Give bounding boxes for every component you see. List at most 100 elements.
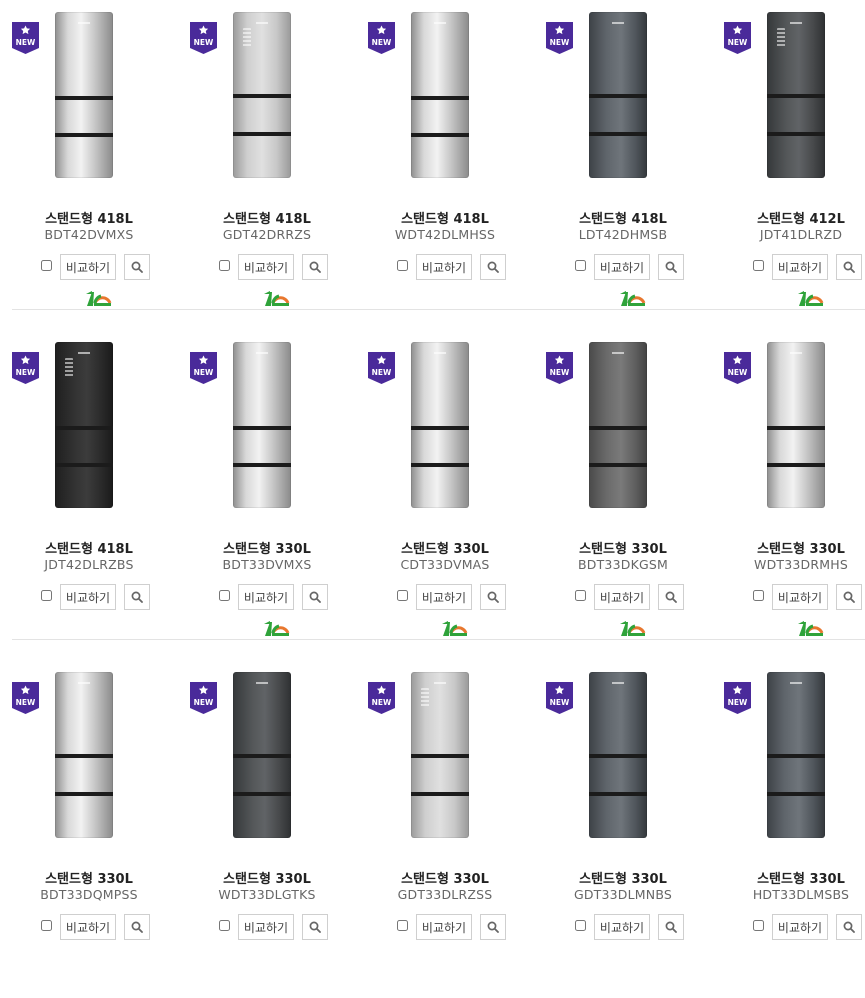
zoom-search-button[interactable] <box>658 914 684 940</box>
product-image[interactable] <box>589 12 647 178</box>
product-row: NEW 스탠드형 418L BDT42DVMXS 비교하기 NEW 스탠드형 418L GD… <box>0 8 865 338</box>
zoom-search-button[interactable] <box>124 914 150 940</box>
new-badge: NEW <box>12 22 39 54</box>
compare-button[interactable]: 비교하기 <box>60 914 116 940</box>
compare-button[interactable]: 비교하기 <box>238 584 294 610</box>
compare-checkbox[interactable] <box>219 260 230 271</box>
new-badge-text: NEW <box>550 368 570 377</box>
magnifier-icon <box>309 921 321 933</box>
compare-checkbox[interactable] <box>41 590 52 601</box>
zoom-search-button[interactable] <box>480 914 506 940</box>
zoom-search-button[interactable] <box>836 254 862 280</box>
compare-button[interactable]: 비교하기 <box>60 584 116 610</box>
zoom-search-button[interactable] <box>124 584 150 610</box>
product-model: WDT33DRMHS <box>754 557 848 572</box>
compare-checkbox[interactable] <box>575 260 586 271</box>
compare-button[interactable]: 비교하기 <box>772 914 828 940</box>
product-image[interactable] <box>55 12 113 178</box>
product-image[interactable] <box>233 342 291 508</box>
compare-button[interactable]: 비교하기 <box>416 584 472 610</box>
compare-checkbox[interactable] <box>397 920 408 931</box>
product-image[interactable] <box>233 12 291 178</box>
compare-button[interactable]: 비교하기 <box>772 254 828 280</box>
row-divider <box>12 639 865 640</box>
product-image[interactable] <box>55 342 113 508</box>
zoom-search-button[interactable] <box>302 584 328 610</box>
product-title: 스탠드형 330L <box>223 542 311 557</box>
new-badge: NEW <box>546 352 573 384</box>
product-card[interactable]: NEW 스탠드형 330L WDT33DLGTKS 비교하기 <box>178 668 356 988</box>
product-image[interactable] <box>767 672 825 838</box>
compare-checkbox[interactable] <box>41 920 52 931</box>
product-model: BDT42DVMXS <box>44 227 134 242</box>
product-card[interactable]: NEW 스탠드형 412L JDT41DLRZD 비교하기 <box>712 8 865 328</box>
product-card[interactable]: NEW 스탠드형 330L GDT33DLRZSS 비교하기 <box>356 668 534 988</box>
product-card[interactable]: NEW 스탠드형 418L LDT42DHMSB 비교하기 <box>534 8 712 328</box>
product-image[interactable] <box>767 342 825 508</box>
product-image[interactable] <box>411 12 469 178</box>
product-card[interactable]: NEW 스탠드형 330L BDT33DVMXS 비교하기 <box>178 338 356 658</box>
compare-button[interactable]: 비교하기 <box>416 914 472 940</box>
magnifier-icon <box>843 591 855 603</box>
compare-checkbox[interactable] <box>219 590 230 601</box>
product-model: BDT33DQMPSS <box>40 887 138 902</box>
compare-button[interactable]: 비교하기 <box>238 914 294 940</box>
compare-checkbox[interactable] <box>219 920 230 931</box>
product-image[interactable] <box>55 672 113 838</box>
compare-button[interactable]: 비교하기 <box>60 254 116 280</box>
zoom-search-button[interactable] <box>836 914 862 940</box>
zoom-search-button[interactable] <box>480 584 506 610</box>
product-title: 스탠드형 330L <box>757 872 845 887</box>
new-badge: NEW <box>368 22 395 54</box>
product-title: 스탠드형 330L <box>401 872 489 887</box>
zoom-search-button[interactable] <box>480 254 506 280</box>
compare-button[interactable]: 비교하기 <box>416 254 472 280</box>
compare-checkbox[interactable] <box>575 590 586 601</box>
product-title: 스탠드형 418L <box>223 212 311 227</box>
zoom-search-button[interactable] <box>836 584 862 610</box>
product-image[interactable] <box>233 672 291 838</box>
product-model: LDT42DHMSB <box>578 227 668 242</box>
new-badge: NEW <box>190 352 217 384</box>
product-image[interactable] <box>411 672 469 838</box>
compare-button[interactable]: 비교하기 <box>238 254 294 280</box>
product-card[interactable]: NEW 스탠드형 330L BDT33DQMPSS 비교하기 <box>0 668 178 988</box>
compare-button[interactable]: 비교하기 <box>594 254 650 280</box>
product-card[interactable]: NEW 스탠드형 418L JDT42DLRZBS 비교하기 <box>0 338 178 658</box>
compare-checkbox[interactable] <box>575 920 586 931</box>
product-image[interactable] <box>589 342 647 508</box>
zoom-search-button[interactable] <box>658 584 684 610</box>
compare-button[interactable]: 비교하기 <box>594 914 650 940</box>
product-card[interactable]: NEW 스탠드형 330L CDT33DVMAS 비교하기 <box>356 338 534 658</box>
energy-grade-1-icon <box>261 618 291 638</box>
compare-button[interactable]: 비교하기 <box>772 584 828 610</box>
product-card[interactable]: NEW 스탠드형 330L WDT33DRMHS 비교하기 <box>712 338 865 658</box>
zoom-search-button[interactable] <box>302 254 328 280</box>
compare-button[interactable]: 비교하기 <box>594 584 650 610</box>
product-card[interactable]: NEW 스탠드형 330L BDT33DKGSM 비교하기 <box>534 338 712 658</box>
product-image[interactable] <box>411 342 469 508</box>
product-image[interactable] <box>767 12 825 178</box>
product-card[interactable]: NEW 스탠드형 418L WDT42DLMHSS 비교하기 <box>356 8 534 328</box>
product-card[interactable]: NEW 스탠드형 330L GDT33DLMNBS 비교하기 <box>534 668 712 988</box>
product-card[interactable]: NEW 스탠드형 418L BDT42DVMXS 비교하기 <box>0 8 178 328</box>
compare-checkbox[interactable] <box>753 590 764 601</box>
compare-checkbox[interactable] <box>753 260 764 271</box>
zoom-search-button[interactable] <box>124 254 150 280</box>
zoom-search-button[interactable] <box>302 914 328 940</box>
compare-checkbox[interactable] <box>41 260 52 271</box>
new-badge-text: NEW <box>550 38 570 47</box>
product-model: BDT33DKGSM <box>578 557 668 572</box>
compare-checkbox[interactable] <box>397 590 408 601</box>
energy-grade-1-icon <box>83 288 113 308</box>
product-card[interactable]: NEW 스탠드형 418L GDT42DRRZS 비교하기 <box>178 8 356 328</box>
compare-checkbox[interactable] <box>397 260 408 271</box>
product-card[interactable]: NEW 스탠드형 330L HDT33DLMSBS 비교하기 <box>712 668 865 988</box>
new-badge-text: NEW <box>728 698 748 707</box>
zoom-search-button[interactable] <box>658 254 684 280</box>
product-image[interactable] <box>589 672 647 838</box>
new-badge-text: NEW <box>194 38 214 47</box>
compare-checkbox[interactable] <box>753 920 764 931</box>
new-badge-text: NEW <box>16 38 36 47</box>
new-badge-text: NEW <box>194 368 214 377</box>
